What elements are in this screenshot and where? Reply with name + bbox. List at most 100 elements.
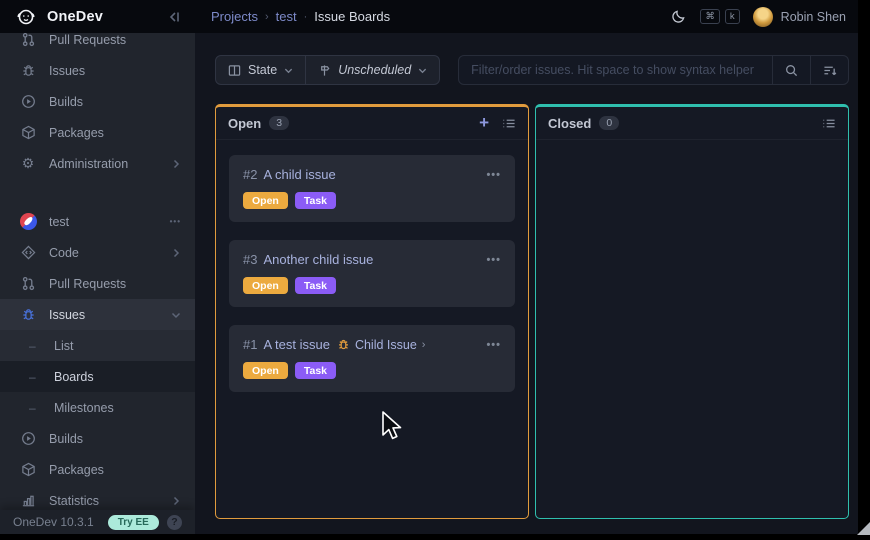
- sidebar-item-label: Builds: [49, 95, 83, 109]
- main-content: State Unscheduled: [195, 33, 858, 534]
- chevron-down-icon: [171, 310, 181, 320]
- sidebar-item-project-packages[interactable]: Packages: [0, 454, 195, 485]
- sidebar-item-project-builds[interactable]: Builds: [0, 423, 195, 454]
- child-issue-bug-icon: [337, 338, 350, 351]
- columns-icon: [228, 64, 241, 77]
- column-title: Closed: [548, 116, 591, 131]
- add-issue-icon[interactable]: +: [479, 116, 489, 130]
- help-icon[interactable]: ?: [167, 515, 182, 530]
- issue-title[interactable]: A child issue: [263, 167, 335, 182]
- pull-request-icon: [20, 33, 36, 48]
- sidebar-item-label: Code: [49, 246, 79, 260]
- card-menu-icon[interactable]: •••: [486, 169, 501, 181]
- child-issue-link[interactable]: Child Issue ›: [337, 338, 426, 352]
- column-header-closed: Closed 0: [536, 107, 848, 140]
- search-icon[interactable]: [772, 56, 810, 84]
- breadcrumb-dot-icon: ·: [304, 11, 308, 23]
- column-body-closed: [536, 140, 848, 170]
- issue-title[interactable]: A test issue: [263, 337, 329, 352]
- sidebar-item-project-pull-requests[interactable]: Pull Requests: [0, 268, 195, 299]
- breadcrumb: Projects › test · Issue Boards: [211, 9, 390, 24]
- column-menu-icon[interactable]: [822, 117, 836, 130]
- breadcrumb-projects-link[interactable]: Projects: [211, 9, 258, 24]
- sidebar-item-label: Pull Requests: [49, 33, 126, 47]
- onedev-logo-icon: [16, 7, 36, 27]
- sidebar-item-label: Builds: [49, 432, 83, 446]
- try-ee-badge[interactable]: Try EE: [108, 515, 159, 530]
- sidebar-item-label: Packages: [49, 126, 104, 140]
- shortcut-meta-key: ⌘: [700, 9, 720, 24]
- sidebar-item-issues-list[interactable]: – List: [0, 330, 195, 361]
- issue-number: #3: [243, 252, 257, 267]
- sidebar-item-label: Issues: [49, 308, 85, 322]
- play-circle-icon: [20, 94, 36, 110]
- breadcrumb-separator-icon: ›: [265, 11, 269, 23]
- board-filter-group: State Unscheduled: [215, 55, 440, 85]
- brand-name: OneDev: [47, 9, 103, 25]
- dark-mode-toggle-icon[interactable]: [671, 9, 686, 24]
- sidebar-item-label: Milestones: [54, 401, 114, 415]
- sidebar-item-label: Statistics: [49, 494, 99, 508]
- sidebar-item-issues[interactable]: Issues: [0, 55, 195, 86]
- sidebar-item-label: List: [54, 339, 73, 353]
- state-badge: Open: [243, 192, 288, 209]
- filter-input[interactable]: [459, 56, 772, 84]
- chevron-right-icon: ›: [422, 339, 426, 351]
- package-icon: [20, 125, 36, 141]
- column-title: Open: [228, 116, 261, 131]
- state-badge: Open: [243, 362, 288, 379]
- sidebar: Pull Requests Issues Builds: [0, 33, 195, 534]
- sidebar-item-builds[interactable]: Builds: [0, 86, 195, 117]
- state-badge: Open: [243, 277, 288, 294]
- top-bar: OneDev Projects › test · Issue Boards ⌘ …: [0, 0, 858, 33]
- user-avatar[interactable]: [753, 7, 773, 27]
- brand-zone: OneDev: [0, 7, 195, 27]
- bar-chart-icon: [20, 493, 36, 509]
- resize-grip-icon: [857, 522, 870, 540]
- sidebar-project-header[interactable]: test •••: [0, 206, 195, 237]
- state-dropdown-button[interactable]: State: [216, 56, 305, 84]
- issue-card[interactable]: #2 A child issue ••• Open Task: [229, 155, 515, 222]
- sidebar-item-code[interactable]: Code: [0, 237, 195, 268]
- code-icon: [20, 245, 36, 261]
- type-badge: Task: [295, 277, 336, 294]
- sidebar-item-issues-milestones[interactable]: – Milestones: [0, 392, 195, 423]
- app-window: OneDev Projects › test · Issue Boards ⌘ …: [0, 0, 858, 534]
- type-badge: Task: [295, 192, 336, 209]
- milestone-dropdown-button[interactable]: Unscheduled: [305, 56, 439, 84]
- board-column-open: Open 3 +: [215, 104, 529, 519]
- chevron-right-icon: [171, 496, 181, 506]
- child-issue-link-label: Child Issue: [355, 338, 417, 352]
- sidebar-item-pull-requests[interactable]: Pull Requests: [0, 33, 195, 55]
- card-menu-icon[interactable]: •••: [486, 254, 501, 266]
- breadcrumb-current-page: Issue Boards: [314, 9, 390, 24]
- sidebar-item-issues-boards[interactable]: – Boards: [0, 361, 195, 392]
- issue-title[interactable]: Another child issue: [263, 252, 373, 267]
- user-name[interactable]: Robin Shen: [781, 10, 846, 24]
- order-icon[interactable]: [810, 56, 848, 84]
- sidebar-item-packages[interactable]: Packages: [0, 117, 195, 148]
- breadcrumb-project-link[interactable]: test: [276, 9, 297, 24]
- issue-number: #1: [243, 337, 257, 352]
- sidebar-item-label: Administration: [49, 157, 128, 171]
- column-header-open: Open 3 +: [216, 107, 528, 140]
- sidebar-item-label: Boards: [54, 370, 94, 384]
- sidebar-item-label: Packages: [49, 463, 104, 477]
- version-label: OneDev 10.3.1: [13, 515, 94, 529]
- chevron-down-icon: [284, 66, 293, 75]
- sidebar-footer: OneDev 10.3.1 Try EE ?: [0, 510, 195, 534]
- shortcut-k-key: k: [725, 9, 740, 24]
- sidebar-item-project-issues[interactable]: Issues: [0, 299, 195, 330]
- card-menu-icon[interactable]: •••: [486, 339, 501, 351]
- column-menu-icon[interactable]: [502, 117, 516, 130]
- issue-card[interactable]: #1 A test issue Child Issue: [229, 325, 515, 392]
- issue-card[interactable]: #3 Another child issue ••• Open Task: [229, 240, 515, 307]
- collapse-sidebar-icon[interactable]: [167, 10, 181, 24]
- dash-icon: –: [29, 370, 45, 384]
- chevron-down-icon: [418, 66, 427, 75]
- sidebar-item-administration[interactable]: ⚙ Administration: [0, 148, 195, 179]
- project-menu-icon[interactable]: •••: [170, 217, 181, 226]
- filter-bar: [458, 55, 849, 85]
- board-column-closed: Closed 0: [535, 104, 849, 519]
- column-body-open: #2 A child issue ••• Open Task #3 Anothe…: [216, 140, 528, 425]
